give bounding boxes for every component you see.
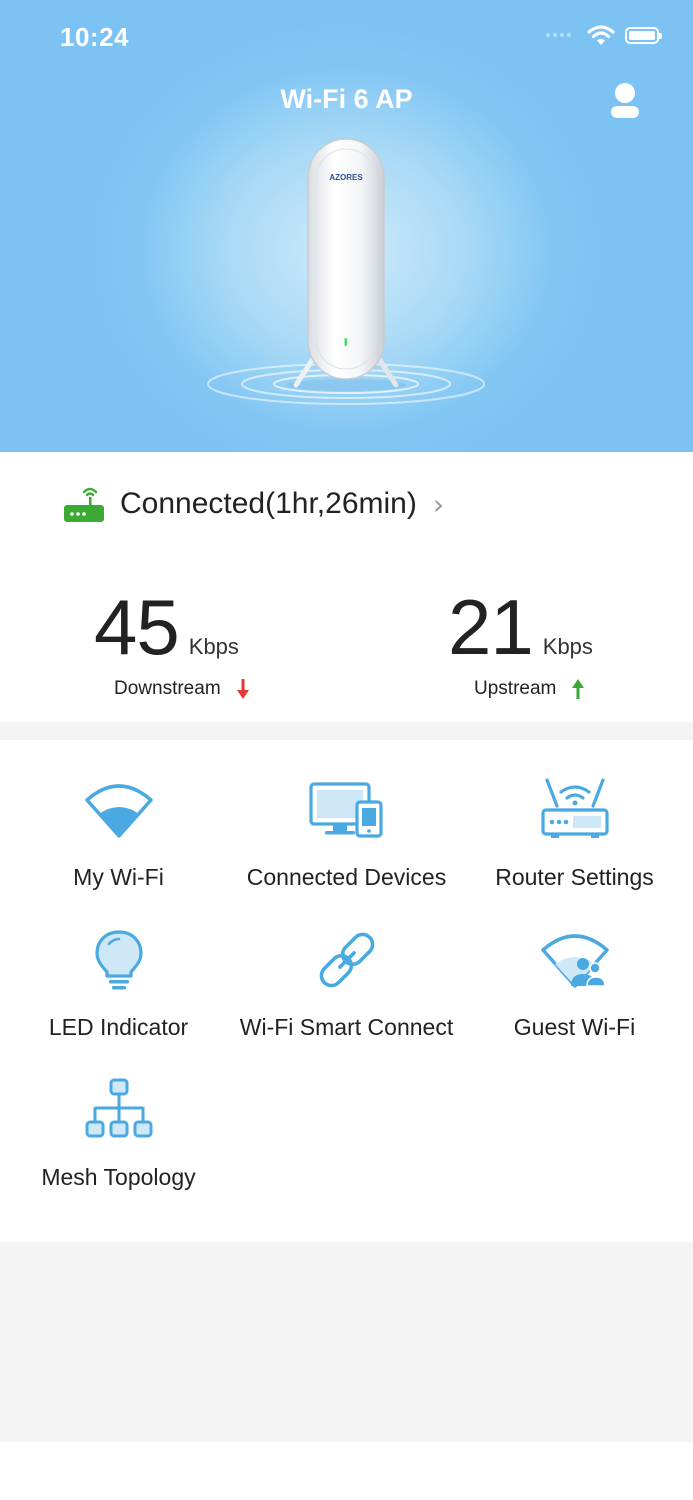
account-icon[interactable] bbox=[608, 82, 642, 120]
menu-item-router-settings[interactable]: Router Settings bbox=[459, 778, 690, 928]
devices-icon bbox=[308, 782, 383, 838]
mesh-topology-icon bbox=[85, 1078, 152, 1138]
downstream-unit: Kbps bbox=[188, 634, 239, 659]
page-title: Wi-Fi 6 AP bbox=[280, 84, 413, 114]
hero-banner: 10:24 Wi-Fi 6 AP AZORES bbox=[0, 0, 693, 452]
arrow-down-icon bbox=[236, 679, 249, 699]
connection-status-text: Connected(1hr,26min) bbox=[120, 487, 417, 520]
wifi-icon bbox=[84, 784, 153, 838]
status-time: 10:24 bbox=[60, 22, 129, 52]
link-icon bbox=[319, 932, 374, 988]
bulb-icon bbox=[94, 930, 143, 990]
router-icon bbox=[540, 778, 609, 838]
menu-item-connected-devices[interactable]: Connected Devices bbox=[231, 778, 462, 928]
menu-item-led-indicator[interactable]: LED Indicator bbox=[3, 928, 234, 1078]
downstream-label: Downstream bbox=[114, 678, 221, 699]
section-divider bbox=[0, 722, 693, 740]
menu-label: Guest Wi-Fi bbox=[513, 1014, 636, 1040]
menu-item-my-wifi[interactable]: My Wi-Fi bbox=[3, 778, 234, 928]
upstream-label-row: Upstream bbox=[474, 678, 585, 700]
guest-wifi-icon bbox=[540, 934, 609, 988]
upstream-label: Upstream bbox=[474, 678, 557, 699]
downstream-speed: 45 Kbps bbox=[94, 588, 239, 666]
wifi-status-icon bbox=[587, 25, 615, 45]
menu-label: Connected Devices bbox=[246, 864, 447, 890]
downstream-label-row: Downstream bbox=[114, 678, 249, 700]
arrow-up-icon bbox=[572, 679, 585, 699]
brand-logo: AZORES bbox=[329, 173, 363, 182]
connection-status-row[interactable]: Connected(1hr,26min) › bbox=[62, 478, 444, 530]
upstream-unit: Kbps bbox=[542, 634, 593, 659]
router-connected-icon bbox=[64, 487, 104, 522]
menu-label: Wi-Fi Smart Connect bbox=[239, 1014, 454, 1040]
menu-label: Mesh Topology bbox=[41, 1164, 196, 1190]
menu-label: Router Settings bbox=[495, 864, 654, 890]
status-icons bbox=[546, 24, 662, 46]
downstream-value: 45 bbox=[94, 583, 180, 671]
chevron-right-icon: › bbox=[432, 487, 445, 521]
access-point-image: AZORES bbox=[207, 138, 485, 405]
upstream-value: 21 bbox=[448, 583, 534, 671]
menu-label: My Wi-Fi bbox=[73, 864, 164, 890]
menu-label: LED Indicator bbox=[48, 1014, 189, 1040]
menu-item-guest-wifi[interactable]: Guest Wi-Fi bbox=[459, 928, 690, 1078]
menu-item-wifi-smart-connect[interactable]: Wi-Fi Smart Connect bbox=[231, 928, 462, 1078]
battery-icon bbox=[625, 26, 662, 44]
upstream-speed: 21 Kbps bbox=[448, 588, 593, 666]
empty-area bbox=[0, 1242, 693, 1442]
menu-item-mesh-topology[interactable]: Mesh Topology bbox=[3, 1078, 234, 1228]
cellular-signal-icon bbox=[546, 33, 571, 37]
